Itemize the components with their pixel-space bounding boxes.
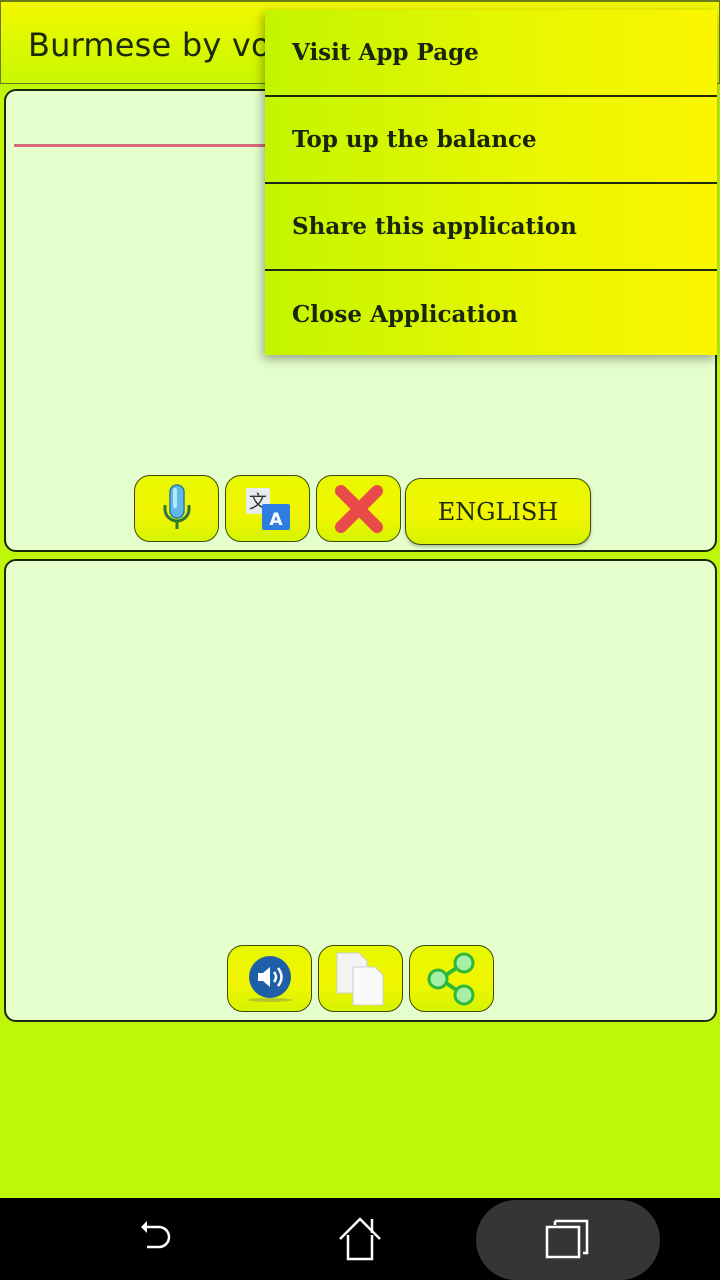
- menu-item-share-application[interactable]: Share this application: [265, 184, 717, 271]
- output-panel: [4, 559, 717, 1022]
- translated-text-area[interactable]: [14, 569, 704, 929]
- close-x-icon: [334, 484, 383, 533]
- overflow-menu: Visit App Page Top up the balance Share …: [265, 10, 717, 355]
- svg-text:A: A: [269, 510, 283, 530]
- speak-button[interactable]: [227, 945, 312, 1012]
- microphone-icon: [163, 483, 190, 529]
- copy-icon: [336, 952, 383, 1005]
- menu-item-close-application[interactable]: Close Application: [265, 271, 717, 358]
- translate-button[interactable]: 文 A: [225, 475, 310, 542]
- speaker-icon: [247, 955, 292, 1002]
- back-button[interactable]: [110, 1198, 200, 1280]
- home-icon: [339, 1217, 381, 1261]
- copy-button[interactable]: [318, 945, 403, 1012]
- language-button[interactable]: ENGLISH: [405, 478, 591, 545]
- back-icon: [141, 1221, 171, 1249]
- microphone-button[interactable]: [134, 475, 219, 542]
- system-nav-bar: [0, 1198, 720, 1280]
- share-button[interactable]: [409, 945, 494, 1012]
- menu-item-visit-app-page[interactable]: Visit App Page: [265, 10, 717, 97]
- home-button[interactable]: [315, 1198, 405, 1280]
- share-icon: [427, 952, 474, 1005]
- clear-button[interactable]: [316, 475, 401, 542]
- menu-item-top-up-balance[interactable]: Top up the balance: [265, 97, 717, 184]
- translate-icon: 文 A: [245, 487, 290, 530]
- recents-button[interactable]: [522, 1198, 612, 1280]
- recents-icon: [545, 1219, 589, 1259]
